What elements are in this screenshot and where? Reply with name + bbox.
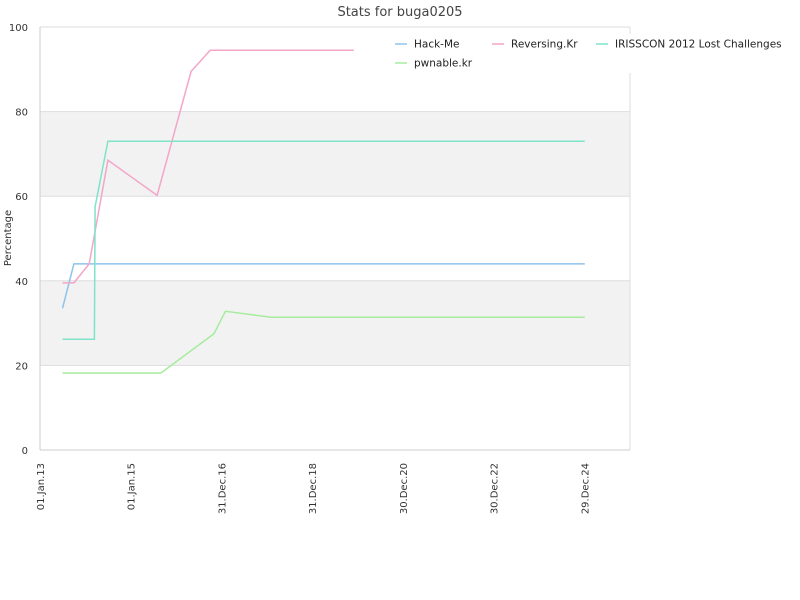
legend-label: pwnable.kr <box>414 58 473 70</box>
y-tick-label: 0 <box>22 446 28 457</box>
legend-label: Reversing.Kr <box>511 39 578 51</box>
x-tick-labels: 01.Jan.13 01.Jan.15 31.Dec.16 31.Dec.18 30.D… <box>36 463 591 514</box>
x-tick-label: 01.Jan.15 <box>127 463 138 510</box>
legend-label: IRISSCON 2012 Lost Challenges <box>615 39 782 51</box>
chart-title: Stats for buga0205 <box>337 5 462 20</box>
y-tick-label: 60 <box>15 192 28 203</box>
y-tick-label: 20 <box>15 361 28 372</box>
legend: Hack-Me Reversing.Kr IRISSCON 2012 Lost Ch… <box>387 34 800 73</box>
x-tick-label: 30.Dec.20 <box>399 463 410 514</box>
y-tick-label: 100 <box>9 23 28 34</box>
legend-label: Hack-Me <box>414 39 460 51</box>
y-axis-label: Percentage <box>3 210 14 266</box>
gridlines <box>40 26 630 451</box>
x-tick-label: 29.Dec.24 <box>580 463 591 514</box>
y-tick-label: 80 <box>15 108 28 119</box>
axes <box>39 27 631 451</box>
plot-band-1 <box>40 111 630 197</box>
plot-band-0 <box>40 280 630 366</box>
x-tick-label: 31.Dec.18 <box>308 463 319 514</box>
line-chart: 0 20 40 60 80 100 01.Jan.13 01.Jan.15 31.Dec.16… <box>3 5 800 514</box>
x-tick-label: 31.Dec.16 <box>217 463 228 514</box>
x-tick-label: 01.Jan.13 <box>36 463 47 510</box>
x-tick-label: 30.Dec.22 <box>490 463 501 514</box>
y-tick-label: 40 <box>15 277 28 288</box>
plot-bands <box>40 111 630 366</box>
